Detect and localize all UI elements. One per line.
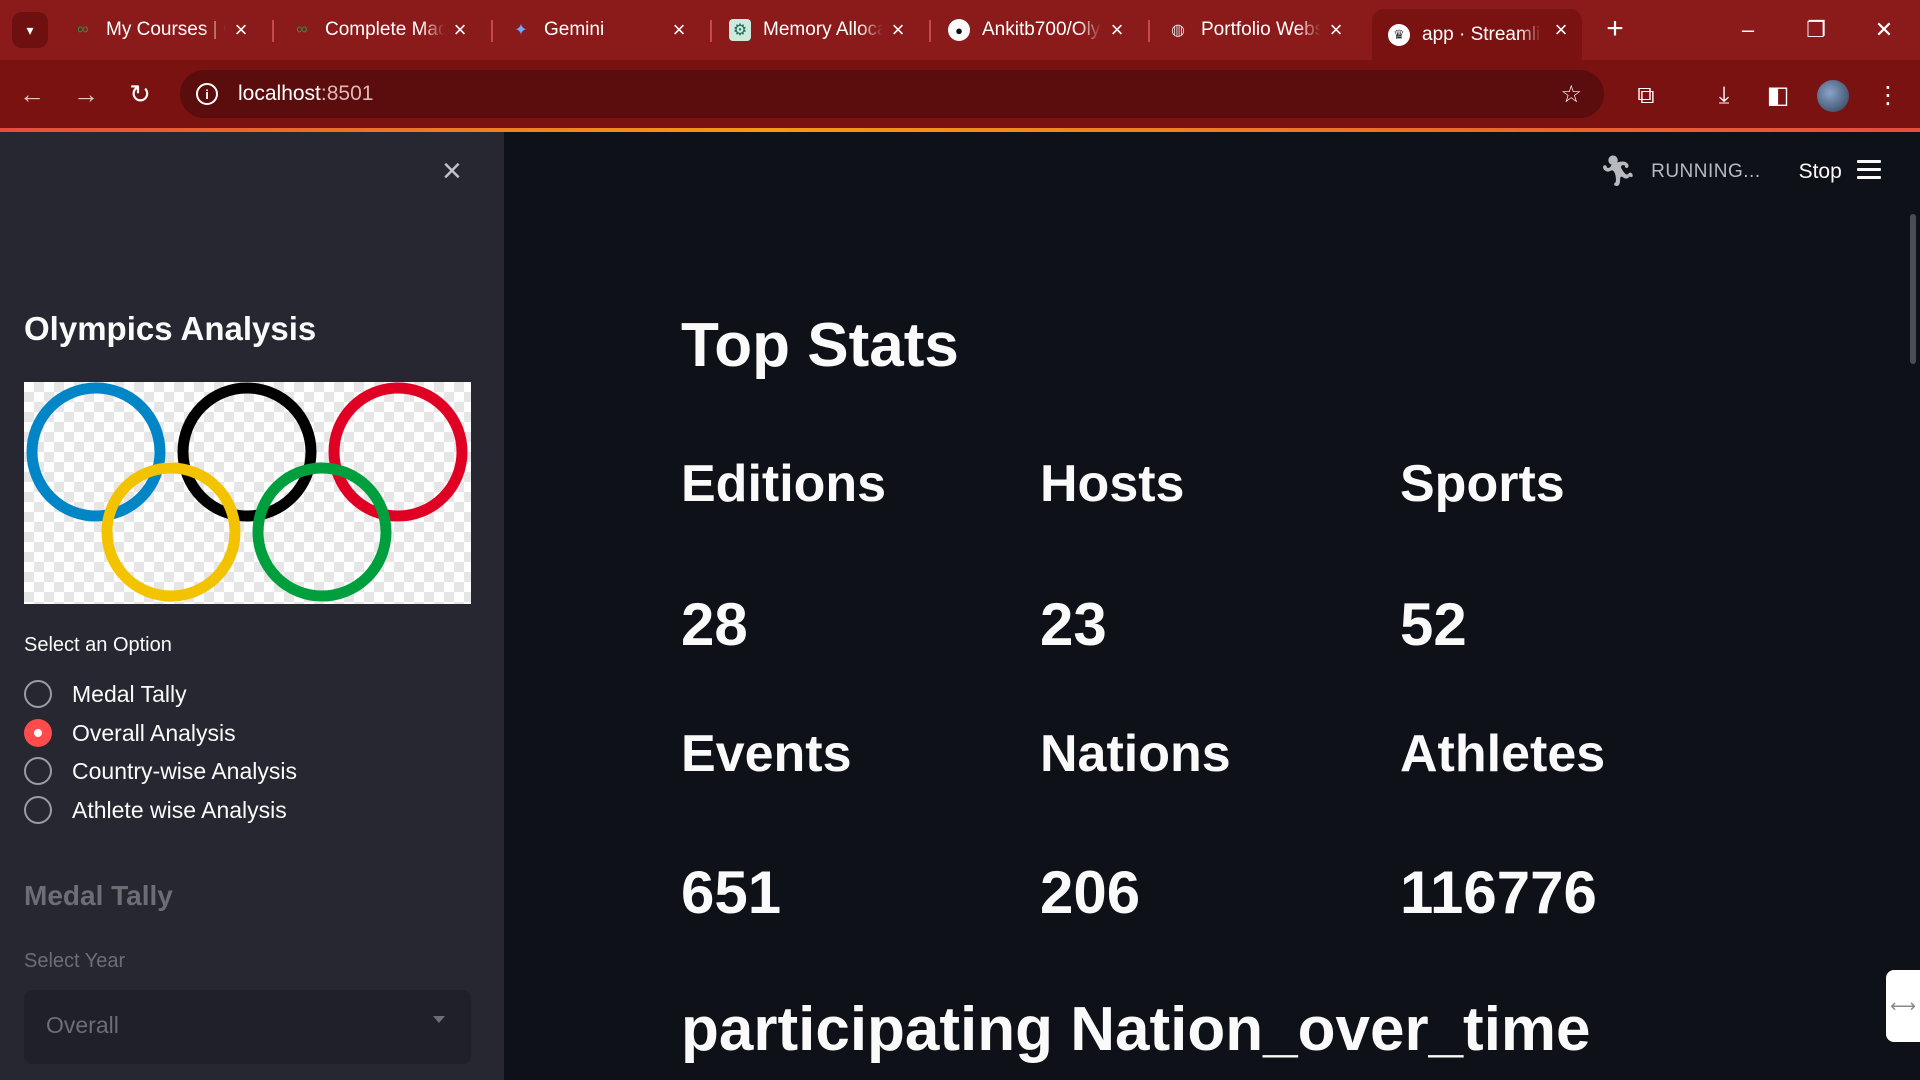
minimize-button[interactable]: – [1728, 10, 1768, 50]
globe-icon: ◍ [1171, 22, 1185, 39]
close-icon[interactable]: × [1550, 19, 1572, 41]
tab-title: Ankitb700/Olympics [982, 19, 1102, 40]
olympic-rings-graphic [26, 382, 468, 602]
radio-button[interactable] [24, 796, 52, 824]
stat-value-editions: 28 [681, 591, 748, 658]
page-title: Top Stats [681, 311, 959, 380]
gfg-icon: ∞ [77, 21, 89, 38]
radio-label: Overall Analysis [72, 719, 236, 746]
tab-separator [929, 20, 931, 42]
radio-button[interactable] [24, 680, 52, 708]
stat-label-hosts: Hosts [1040, 455, 1185, 513]
site-info-icon[interactable]: i [196, 83, 218, 105]
side-feedback-widget[interactable]: ⟷ [1886, 970, 1920, 1042]
radio-country-wise-analysis[interactable]: Country-wise Analysis [24, 753, 297, 789]
sidebar-title: Olympics Analysis [24, 310, 317, 347]
radio-medal-tally[interactable]: Medal Tally [24, 676, 187, 712]
main-content: 🏃︎ RUNNING... Stop Top Stats Editions Ho… [504, 132, 1920, 1080]
stop-button[interactable]: Stop [1799, 160, 1842, 184]
close-icon[interactable]: × [1106, 19, 1128, 41]
tab-title: My Courses | GeeksforGeeks [106, 19, 226, 40]
close-icon[interactable]: × [668, 19, 690, 41]
select-option-label: Select an Option [24, 634, 172, 656]
radio-overall-analysis[interactable]: Overall Analysis [24, 715, 236, 751]
new-tab-button[interactable]: + [1597, 12, 1633, 48]
close-icon[interactable]: × [1325, 19, 1347, 41]
close-sidebar-icon[interactable]: × [442, 152, 462, 191]
running-man-icon: 🏃︎ [1599, 155, 1638, 188]
section-heading: participating Nation_over_time [681, 995, 1591, 1064]
forward-button[interactable]: → [68, 76, 104, 112]
tab-gemini[interactable]: ✦ Gemini × [494, 9, 700, 51]
download-icon[interactable]: ⤓ [1706, 78, 1742, 114]
back-button[interactable]: ← [14, 76, 50, 112]
tab-title: Memory Allocation [763, 19, 883, 40]
stat-label-sports: Sports [1400, 455, 1565, 513]
tab-memory-allocation[interactable]: ⚙ Memory Allocation × [713, 9, 919, 51]
radio-label: Medal Tally [72, 680, 187, 707]
tab-search-button[interactable]: ▾ [12, 12, 48, 48]
sidebar: × Olympics Analysis Select an Option Med… [0, 132, 504, 1080]
close-icon[interactable]: × [449, 19, 471, 41]
running-status: 🏃︎ RUNNING... Stop [1599, 154, 1842, 189]
radio-label: Athlete wise Analysis [72, 796, 287, 823]
year-select[interactable]: Overall [24, 990, 471, 1064]
tab-title: Gemini [544, 19, 605, 40]
side-panel-icon[interactable]: ◧ [1760, 78, 1796, 114]
tab-title: Complete Machine Learning [325, 19, 445, 40]
year-select-value: Overall [46, 1012, 119, 1038]
bookmark-star-icon[interactable]: ☆ [1560, 80, 1582, 109]
select-year-label: Select Year [24, 950, 126, 972]
radio-button[interactable] [24, 757, 52, 785]
extensions-icon[interactable]: ⧉ [1628, 78, 1664, 114]
restore-button[interactable]: ❐ [1796, 10, 1836, 50]
tab-github[interactable]: ● Ankitb700/Olympics × [932, 9, 1138, 51]
radio-label: Country-wise Analysis [72, 757, 297, 784]
profile-avatar[interactable] [1817, 80, 1849, 112]
stat-label-editions: Editions [681, 455, 887, 513]
stat-value-events: 651 [681, 859, 782, 926]
status-text: RUNNING... [1651, 160, 1761, 182]
tab-separator [272, 20, 274, 42]
stat-label-events: Events [681, 725, 852, 783]
tab-title: Portfolio Website [1201, 19, 1321, 40]
stat-label-nations: Nations [1040, 725, 1231, 783]
tab-separator [1148, 20, 1150, 42]
olympic-rings-image [24, 382, 471, 604]
tab-portfolio[interactable]: ◍ Portfolio Website × [1151, 9, 1357, 51]
stat-value-athletes: 116776 [1400, 859, 1597, 926]
window-close-button[interactable]: ✕ [1864, 10, 1904, 50]
chatgpt-icon: ⚙ [729, 19, 751, 41]
tab-title: app · Streamlit [1422, 23, 1542, 45]
scrollbar[interactable] [1910, 214, 1916, 364]
hamburger-menu-icon[interactable] [1857, 160, 1881, 180]
gemini-icon: ✦ [514, 22, 528, 39]
stat-value-nations: 206 [1040, 859, 1141, 926]
close-icon[interactable]: × [887, 19, 909, 41]
gfg-icon: ∞ [296, 21, 308, 38]
medal-tally-header: Medal Tally [24, 880, 173, 911]
streamlit-icon: ♛ [1388, 23, 1410, 46]
github-icon: ● [948, 19, 970, 41]
tab-separator [710, 20, 712, 42]
stat-value-sports: 52 [1400, 591, 1467, 658]
tab-my-courses[interactable]: ∞ My Courses | GeeksforGeeks × [56, 9, 262, 51]
stat-label-athletes: Athletes [1400, 725, 1606, 783]
chevron-down-icon [433, 1016, 445, 1023]
reload-button[interactable]: ↻ [122, 76, 158, 112]
tab-separator [491, 20, 493, 42]
radio-athlete-wise-analysis[interactable]: Athlete wise Analysis [24, 792, 287, 828]
close-icon[interactable]: × [230, 19, 252, 41]
address-bar[interactable]: i localhost:8501 ☆ [180, 70, 1604, 118]
url-text: localhost:8501 [238, 82, 374, 105]
stat-value-hosts: 23 [1040, 591, 1107, 658]
browser-tab-bar: ▾ ∞ My Courses | GeeksforGeeks × ∞ Compl… [0, 0, 1920, 60]
more-menu-icon[interactable]: ⋮ [1870, 78, 1906, 114]
tab-streamlit-app[interactable]: ♛ app · Streamlit × [1372, 9, 1582, 60]
radio-button-selected[interactable] [24, 719, 52, 747]
tab-complete-ml[interactable]: ∞ Complete Machine Learning × [275, 9, 481, 51]
